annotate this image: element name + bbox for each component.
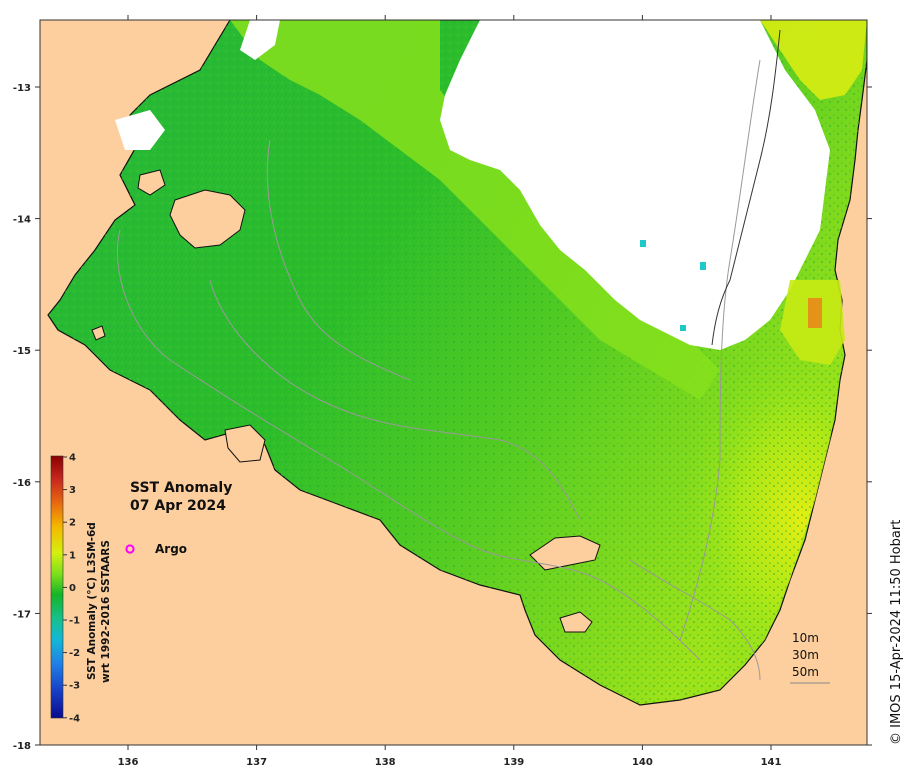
map-title: SST Anomaly [130, 480, 232, 496]
colorbar-tick-label: -1 [69, 616, 80, 627]
warm-pixel [808, 298, 822, 328]
map-date: 07 Apr 2024 [130, 498, 226, 514]
colorbar-tick-label: -2 [69, 648, 80, 659]
plot-area [40, 20, 867, 745]
colorbar-title: SST Anomaly (°C) L3SM-6d [86, 522, 98, 680]
colorbar-tick-label: 3 [69, 485, 76, 496]
colorbar-subtitle: wrt 1992-2016 SSTAARS [100, 540, 112, 683]
sst-anomaly-map: 136 137 138 139 140 141 -13-14-15-16-17-18 SS… [13, 15, 904, 768]
colorbar-ramp [50, 455, 64, 719]
depth-label-50m: 50m [792, 665, 819, 679]
lon-tick-label: 137 [246, 757, 267, 768]
lon-tick-label: 136 [118, 757, 139, 768]
lon-tick-label: 139 [503, 757, 524, 768]
lat-tick-label: -14 [13, 215, 31, 226]
lat-tick-label: -17 [13, 609, 31, 620]
colorbar-tick-label: 2 [69, 518, 76, 529]
cool-pixel [700, 262, 706, 270]
colorbar-tick-label: 0 [69, 583, 76, 594]
colorbar-tick-label: 1 [69, 550, 76, 561]
cool-pixel [680, 325, 686, 331]
argo-legend-label: Argo [155, 542, 187, 556]
lon-tick-label: 138 [375, 757, 396, 768]
cool-pixel [640, 240, 646, 247]
lat-tick-label: -15 [13, 346, 31, 357]
credit-text: © IMOS 15-Apr-2024 11:50 Hobart [889, 520, 904, 745]
lon-tick-label: 140 [632, 757, 653, 768]
lat-tick-label: -18 [13, 741, 31, 752]
lon-tick-label: 141 [761, 757, 782, 768]
colorbar-tick-label: -3 [69, 681, 80, 692]
colorbar-tick-label: -4 [69, 713, 80, 724]
lat-tick-label: -16 [13, 478, 31, 489]
depth-label-10m: 10m [792, 631, 819, 645]
lat-tick-label: -13 [13, 83, 31, 94]
depth-label-30m: 30m [792, 648, 819, 662]
colorbar-tick-label: 4 [69, 453, 76, 464]
